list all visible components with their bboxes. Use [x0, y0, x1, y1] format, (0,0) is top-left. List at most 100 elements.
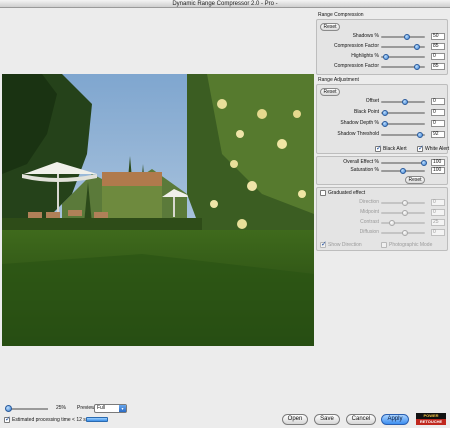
graduated-slider-thumb[interactable]	[402, 200, 409, 206]
range-compression-slider-thumb[interactable]	[414, 44, 421, 50]
preview-select[interactable]: Full ▾	[94, 404, 127, 413]
graduated-label: Diffusion	[359, 229, 379, 235]
estimate-progress-bar	[86, 417, 108, 422]
range-adjustment-reset-button[interactable]: Reset	[320, 88, 340, 96]
range-compression-row: Shadows % 50	[317, 33, 449, 40]
apply-button[interactable]: Apply	[381, 414, 409, 425]
range-compression-slider[interactable]	[381, 44, 425, 50]
cancel-button[interactable]: Cancel	[346, 414, 376, 425]
range-adjustment-slider-thumb[interactable]	[402, 99, 409, 105]
graduated-effect-group: Graduated effect Direction 0 Midpoint 0 Cont…	[316, 187, 448, 251]
range-compression-slider-thumb[interactable]	[414, 64, 421, 70]
graduated-slider[interactable]	[381, 230, 425, 236]
range-compression-slider[interactable]	[381, 54, 425, 60]
overall-slider[interactable]	[381, 160, 428, 166]
range-adjustment-value-field[interactable]: 0	[431, 109, 445, 116]
range-adjustment-row: Shadow Threshold 92	[317, 131, 449, 138]
range-adjustment-row: Black Point 0	[317, 109, 449, 116]
overall-value-field[interactable]: 100	[431, 159, 445, 166]
graduated-slider[interactable]	[381, 210, 425, 216]
black-alert-checkbox[interactable]	[375, 144, 382, 152]
preview-photo	[2, 74, 314, 346]
overall-label: Saturation %	[350, 167, 379, 173]
range-compression-row: Compression Factor 85	[317, 43, 449, 50]
graduated-value-field[interactable]: 0	[431, 229, 445, 236]
graduated-slider-thumb[interactable]	[389, 220, 395, 226]
range-adjustment-value-field[interactable]: 0	[431, 98, 445, 105]
range-compression-slider-thumb[interactable]	[383, 54, 390, 60]
range-compression-slider[interactable]	[381, 34, 425, 40]
range-adjustment-slider[interactable]	[381, 99, 425, 105]
graduated-slider[interactable]	[381, 220, 425, 226]
range-compression-value-field[interactable]: 85	[431, 43, 445, 50]
range-adjustment-value-field[interactable]: 92	[431, 131, 445, 138]
overall-row: Overall Effect % 100	[317, 159, 449, 166]
range-compression-row: Compression Factor 85	[317, 63, 449, 70]
range-compression-value-field[interactable]: 85	[431, 63, 445, 70]
range-adjustment-label: Shadow Threshold	[337, 131, 379, 137]
main-content: Range Compression Reset Shadows % 50 Compr…	[0, 8, 450, 428]
photographic-mode-checkbox[interactable]	[381, 242, 387, 248]
graduated-label: Midpoint	[360, 209, 379, 215]
range-adjustment-value-field[interactable]: 0	[431, 120, 445, 127]
photographic-mode-label: Photographic Mode	[389, 242, 433, 248]
overall-value-field[interactable]: 100	[431, 167, 445, 174]
graduated-row: Diffusion 0	[317, 229, 449, 236]
image-preview[interactable]	[2, 74, 314, 346]
range-adjustment-slider-thumb[interactable]	[382, 110, 389, 116]
overall-group: Overall Effect % 100 Saturation % 100 Reset	[316, 156, 448, 185]
overall-slider-thumb[interactable]	[421, 160, 428, 166]
graduated-value-field[interactable]: 0	[431, 199, 445, 206]
range-adjustment-title: Range Adjustment	[318, 77, 359, 83]
range-compression-reset-button[interactable]: Reset	[320, 23, 340, 31]
open-button[interactable]: Open	[282, 414, 308, 425]
save-button[interactable]: Save	[314, 414, 340, 425]
range-adjustment-slider[interactable]	[381, 110, 425, 116]
estimate-checkbox[interactable]	[4, 415, 11, 423]
estimate-label: Estimated processing time < 12 sec.	[12, 417, 93, 423]
graduated-value-field[interactable]: 25	[431, 219, 445, 226]
graduated-row: Midpoint 0	[317, 209, 449, 216]
range-adjustment-row: Offset 0	[317, 98, 449, 105]
graduated-slider[interactable]	[381, 200, 425, 206]
range-adjustment-row: Shadow Depth % 0	[317, 120, 449, 127]
preview-select-value: Full	[97, 405, 106, 411]
logo-line2: RETOUCHE	[416, 419, 446, 425]
range-compression-slider[interactable]	[381, 64, 425, 70]
range-adjustment-slider-thumb[interactable]	[382, 121, 389, 127]
range-adjustment-label: Offset	[365, 98, 379, 104]
overall-slider-thumb[interactable]	[400, 168, 406, 174]
range-adjustment-slider-thumb[interactable]	[416, 132, 423, 138]
range-compression-title: Range Compression	[318, 12, 364, 18]
graduated-value-field[interactable]: 0	[431, 209, 445, 216]
range-adjustment-slider[interactable]	[381, 132, 425, 138]
graduated-label: Contrast	[360, 219, 379, 225]
range-compression-slider-thumb[interactable]	[404, 34, 411, 40]
range-compression-label: Compression Factor	[333, 63, 379, 69]
overall-reset-button[interactable]: Reset	[405, 176, 425, 184]
zoom-slider-track[interactable]	[6, 408, 48, 410]
range-compression-label: Compression Factor	[333, 43, 379, 49]
white-alert-label: White Alert	[425, 146, 450, 152]
graduated-row: Contrast 25	[317, 219, 449, 226]
white-alert-checkbox[interactable]	[417, 144, 424, 152]
zoom-slider-thumb[interactable]	[5, 405, 13, 412]
power-retouche-logo: POWER RETOUCHE	[416, 413, 446, 425]
black-alert-label: Black Alert	[383, 146, 407, 152]
graduated-label: Direction	[359, 199, 379, 205]
range-compression-value-field[interactable]: 50	[431, 33, 445, 40]
graduated-slider-thumb[interactable]	[402, 230, 409, 236]
zoom-value: 25%	[56, 405, 67, 411]
range-compression-group: Reset Shadows % 50 Compression Factor 85 Hig…	[316, 19, 448, 75]
dropdown-arrow-icon: ▾	[119, 405, 126, 412]
range-compression-label: Highlights %	[351, 53, 379, 59]
show-direction-checkbox[interactable]	[320, 240, 327, 248]
graduated-effect-checkbox[interactable]	[320, 190, 326, 196]
graduated-effect-label: Graduated effect	[328, 190, 366, 196]
graduated-slider-thumb[interactable]	[402, 210, 409, 216]
range-compression-row: Highlights % 0	[317, 53, 449, 60]
overall-slider[interactable]	[381, 168, 425, 174]
range-adjustment-slider[interactable]	[381, 121, 425, 127]
range-compression-value-field[interactable]: 0	[431, 53, 445, 60]
range-compression-label: Shadows %	[352, 33, 379, 39]
